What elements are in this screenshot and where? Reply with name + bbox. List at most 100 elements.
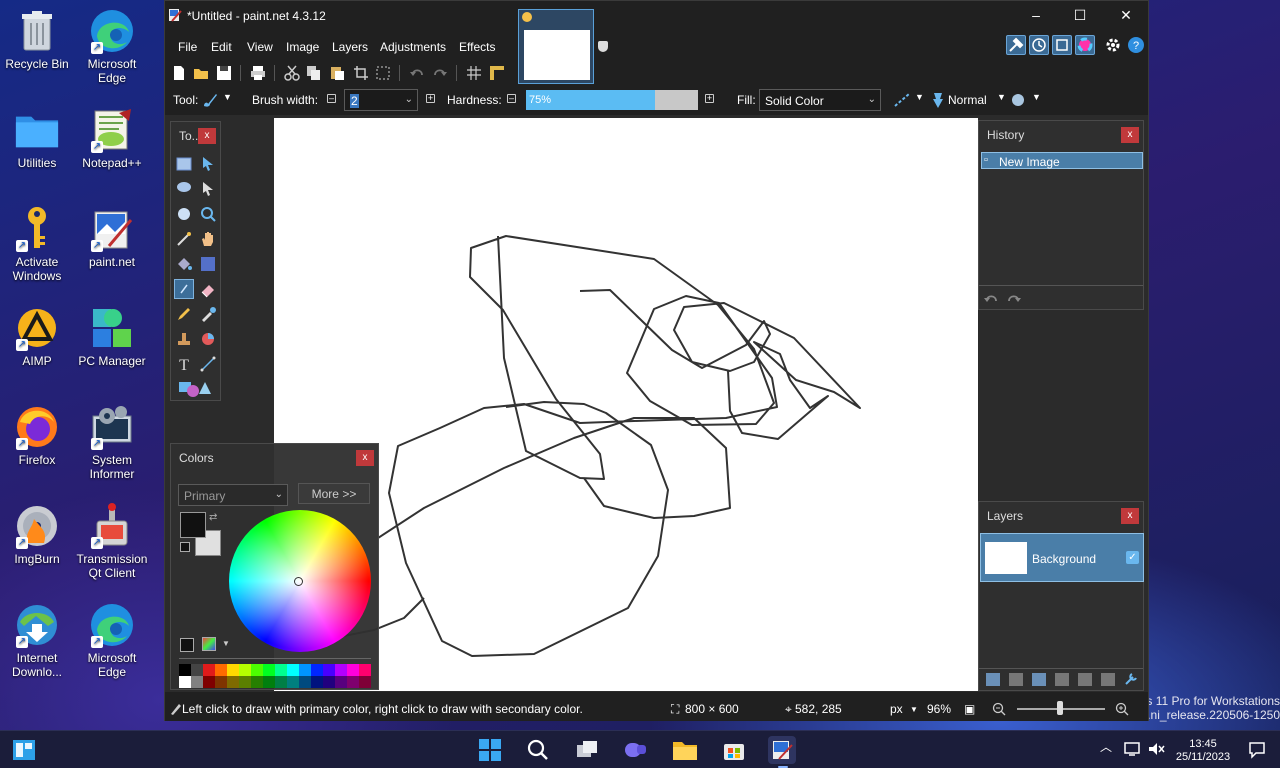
drawing-canvas[interactable] (274, 118, 978, 691)
file-explorer-icon[interactable] (671, 736, 699, 764)
notifications-icon[interactable] (1248, 741, 1266, 759)
hardness-increase[interactable]: + (705, 94, 714, 103)
shapes-tool[interactable] (177, 378, 213, 398)
redo-icon[interactable] (432, 65, 448, 81)
desktop-icon-system-informer[interactable]: ↗ System Informer (75, 404, 149, 481)
delete-layer-icon[interactable] (1009, 673, 1023, 686)
history-item-new-image[interactable]: ▫ New Image (981, 152, 1143, 169)
history-panel-header[interactable]: History x (979, 121, 1143, 149)
network-icon[interactable] (1123, 741, 1141, 757)
teams-chat-icon[interactable] (621, 736, 649, 764)
antialiasing-icon[interactable] (893, 92, 911, 108)
open-folder-icon[interactable] (193, 65, 209, 81)
swap-colors-icon[interactable]: ⇄ (209, 512, 217, 523)
menu-edit[interactable]: Edit (211, 40, 232, 54)
move-layer-up-icon[interactable] (1078, 673, 1092, 686)
duplicate-layer-icon[interactable] (1032, 673, 1046, 686)
close-button[interactable]: ✕ (1116, 7, 1136, 25)
pan-tool[interactable] (198, 229, 218, 249)
text-tool[interactable]: T (174, 354, 194, 374)
menu-file[interactable]: File (178, 40, 197, 54)
zoom-slider-thumb[interactable] (1057, 701, 1063, 715)
hardness-decrease[interactable]: – (507, 94, 516, 103)
colors-panel-header[interactable]: Colors x (171, 444, 378, 472)
gear-icon[interactable] (1104, 36, 1122, 54)
tools-panel-close-button[interactable]: x (198, 128, 216, 144)
layer-item-background[interactable]: Background ✓ (980, 533, 1144, 582)
palette-menu-icon[interactable] (202, 637, 216, 651)
move-selection-tool[interactable] (198, 179, 218, 199)
hardness-slider[interactable]: 75% (526, 90, 698, 110)
cut-icon[interactable] (284, 65, 300, 81)
layers-window-toggle[interactable] (1052, 35, 1072, 55)
paint-bucket-tool[interactable] (174, 254, 194, 274)
layers-panel-header[interactable]: Layers x (979, 502, 1143, 530)
start-windows-icon[interactable] (476, 736, 504, 764)
volume-muted-icon[interactable] (1147, 741, 1165, 757)
tools-window-toggle[interactable] (1006, 35, 1026, 55)
crop-icon[interactable] (353, 65, 369, 81)
layer-properties-icon[interactable] (1124, 672, 1138, 686)
desktop-icon-utilities[interactable]: Utilities (0, 107, 74, 170)
undo-icon[interactable] (409, 65, 425, 81)
desktop-icon-imgburn[interactable]: ↗ ImgBurn (0, 503, 74, 566)
colors-window-toggle[interactable] (1075, 35, 1095, 55)
reset-colors-icon[interactable] (180, 542, 190, 552)
task-view-icon[interactable] (573, 736, 601, 764)
brush-width-increase[interactable]: + (426, 94, 435, 103)
menu-image[interactable]: Image (286, 40, 319, 54)
menu-view[interactable]: View (247, 40, 273, 54)
menu-adjustments[interactable]: Adjustments (380, 40, 446, 54)
line-curve-tool[interactable] (198, 354, 218, 374)
units-select[interactable]: px (890, 702, 903, 716)
layer-visibility-checkbox[interactable]: ✓ (1126, 551, 1139, 564)
title-bar[interactable]: *Untitled - paint.net 4.3.12 – ☐ ✕ (165, 1, 1148, 31)
pencil-tool[interactable] (174, 304, 194, 324)
lasso-select-tool[interactable] (174, 179, 194, 199)
maximize-button[interactable]: ☐ (1070, 7, 1090, 25)
brush-width-decrease[interactable]: – (327, 94, 336, 103)
history-panel-close-button[interactable]: x (1121, 127, 1139, 143)
rectangle-select-tool[interactable] (174, 154, 194, 174)
desktop-icon-aimp[interactable]: ↗ AIMP (0, 305, 74, 368)
add-to-palette-icon[interactable] (180, 638, 194, 652)
paintbrush-tool[interactable] (174, 279, 194, 299)
more-colors-button[interactable]: More >> (298, 483, 370, 504)
ellipse-select-tool[interactable] (174, 204, 194, 224)
zoom-in-icon[interactable] (1115, 702, 1129, 716)
print-icon[interactable] (250, 65, 266, 81)
brush-width-input[interactable]: 2 ⌄ (344, 89, 418, 111)
zoom-level[interactable]: 96% (927, 702, 951, 716)
redo-icon[interactable] (1006, 292, 1022, 306)
primary-color-swatch[interactable] (180, 512, 206, 538)
desktop-icon-pc-manager[interactable]: PC Manager (75, 305, 149, 368)
chevron-down-icon[interactable]: ▼ (223, 92, 232, 102)
fill-select[interactable]: Solid Color ⌄ (759, 89, 881, 111)
recolor-tool[interactable] (198, 329, 218, 349)
menu-effects[interactable]: Effects (459, 40, 495, 54)
save-icon[interactable] (216, 65, 232, 81)
copy-icon[interactable] (306, 65, 322, 81)
desktop-icon-paintnet[interactable]: ↗ paint.net (75, 206, 149, 269)
layers-panel-close-button[interactable]: x (1121, 508, 1139, 524)
paste-icon[interactable] (329, 65, 345, 81)
clone-stamp-tool[interactable] (174, 329, 194, 349)
help-icon[interactable]: ? (1127, 36, 1145, 54)
zoom-out-icon[interactable] (992, 702, 1006, 716)
history-window-toggle[interactable] (1029, 35, 1049, 55)
chevron-down-icon[interactable]: ▼ (1032, 92, 1041, 102)
menu-layers[interactable]: Layers (332, 40, 368, 54)
primary-secondary-select[interactable]: Primary ⌄ (178, 484, 288, 506)
desktop-icon-edge-2[interactable]: ↗ Microsoft Edge (75, 602, 149, 679)
shield-icon[interactable] (598, 41, 608, 52)
desktop-icon-recycle-bin[interactable]: Recycle Bin (0, 8, 74, 71)
new-file-icon[interactable] (171, 65, 187, 81)
blend-mode-icon[interactable] (930, 91, 946, 109)
selection-clipping-icon[interactable] (1010, 92, 1026, 108)
tray-overflow-chevron-icon[interactable]: ︿ (1100, 741, 1112, 754)
paintbrush-icon[interactable] (202, 92, 218, 108)
desktop-icon-transmission[interactable]: ↗ Transmission Qt Client (75, 503, 149, 580)
chevron-down-icon[interactable]: ▼ (910, 705, 918, 714)
deselect-icon[interactable] (375, 65, 391, 81)
move-layer-down-icon[interactable] (1101, 673, 1115, 686)
